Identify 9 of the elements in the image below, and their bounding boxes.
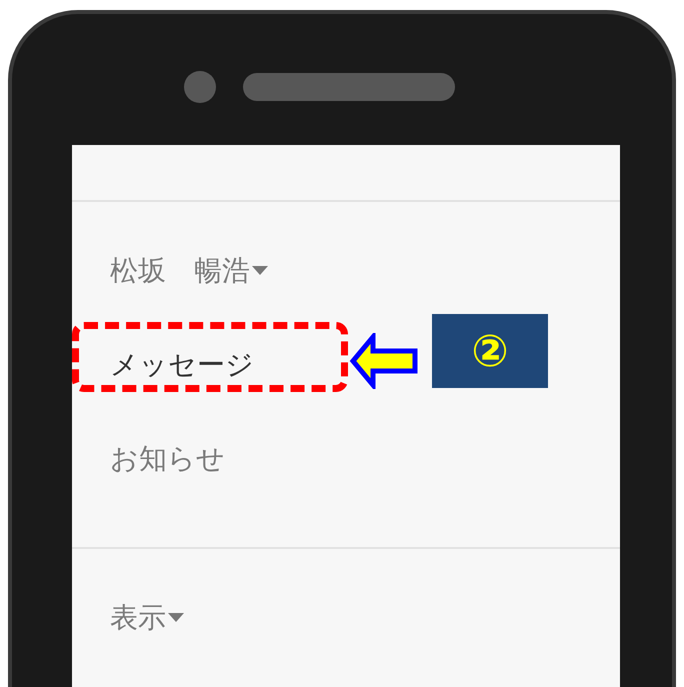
caret-icon [168, 613, 184, 623]
camera-dot [184, 70, 216, 102]
step-number-label: ② [432, 314, 548, 388]
caret-icon [252, 266, 268, 276]
view-menu[interactable]: 表示 [110, 599, 166, 637]
menu-item[interactable]: お知らせ [110, 440, 225, 478]
user-menu[interactable]: 松坂 暢浩 [110, 252, 250, 290]
arrow-icon [349, 333, 419, 389]
menu-item[interactable]: メッセージ [110, 346, 254, 384]
